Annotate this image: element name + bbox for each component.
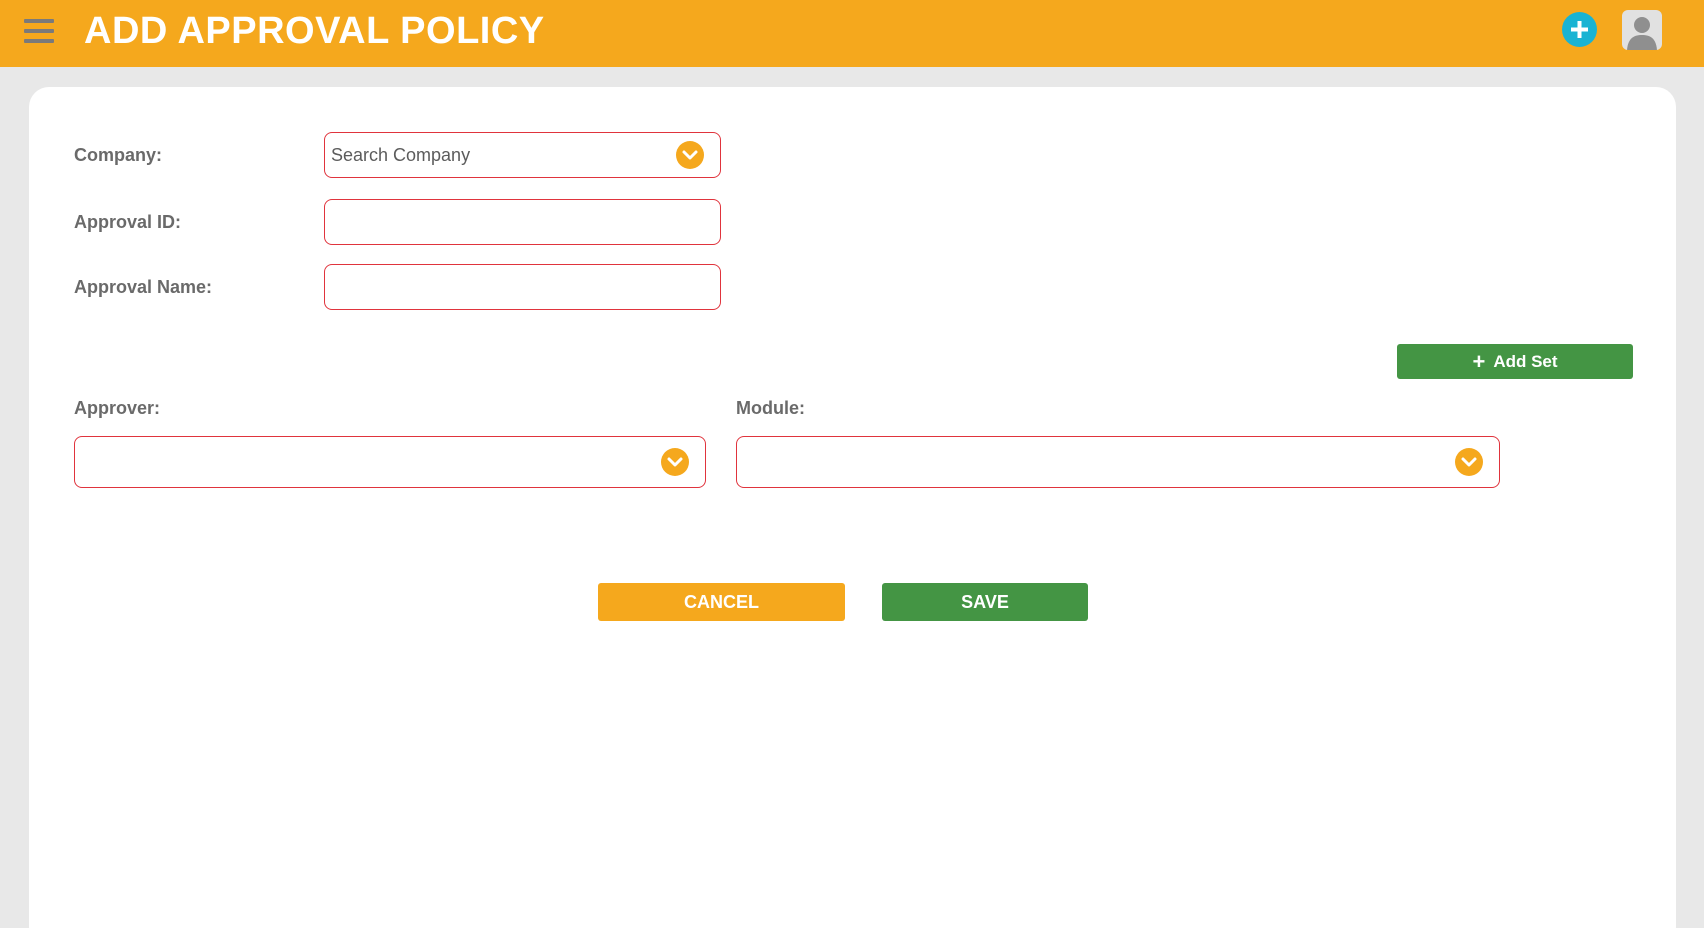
user-avatar-icon[interactable] — [1622, 10, 1662, 50]
module-select[interactable] — [736, 436, 1500, 488]
approval-name-input[interactable] — [325, 265, 720, 309]
company-select[interactable] — [324, 132, 721, 178]
chevron-down-icon[interactable] — [1455, 448, 1483, 476]
save-button[interactable]: SAVE — [882, 583, 1088, 621]
approval-id-field[interactable] — [324, 199, 721, 245]
cancel-button[interactable]: CANCEL — [598, 583, 845, 621]
module-input[interactable] — [737, 437, 1499, 487]
form-card: Company: Approval ID: Approval Name: + Ad… — [29, 87, 1676, 928]
add-set-label: Add Set — [1493, 352, 1558, 371]
company-label: Company: — [74, 145, 163, 165]
approval-id-input[interactable] — [325, 200, 720, 244]
plus-icon: + — [1472, 349, 1486, 374]
company-search-input[interactable] — [325, 133, 720, 177]
approval-name-field[interactable] — [324, 264, 721, 310]
page-title: ADD APPROVAL POLICY — [84, 10, 545, 52]
plus-circle-icon[interactable] — [1562, 12, 1597, 47]
approval-id-label: Approval ID: — [74, 212, 182, 232]
approver-input[interactable] — [75, 437, 705, 487]
add-set-button[interactable]: + Add Set — [1397, 344, 1633, 379]
hamburger-menu-icon[interactable] — [24, 19, 54, 45]
approver-select[interactable] — [74, 436, 706, 488]
chevron-down-icon[interactable] — [661, 448, 689, 476]
top-header: ADD APPROVAL POLICY — [0, 0, 1704, 67]
module-label: Module: — [736, 398, 805, 418]
chevron-down-icon[interactable] — [676, 141, 704, 169]
approver-label: Approver: — [74, 398, 161, 418]
approval-name-label: Approval Name: — [74, 277, 213, 297]
